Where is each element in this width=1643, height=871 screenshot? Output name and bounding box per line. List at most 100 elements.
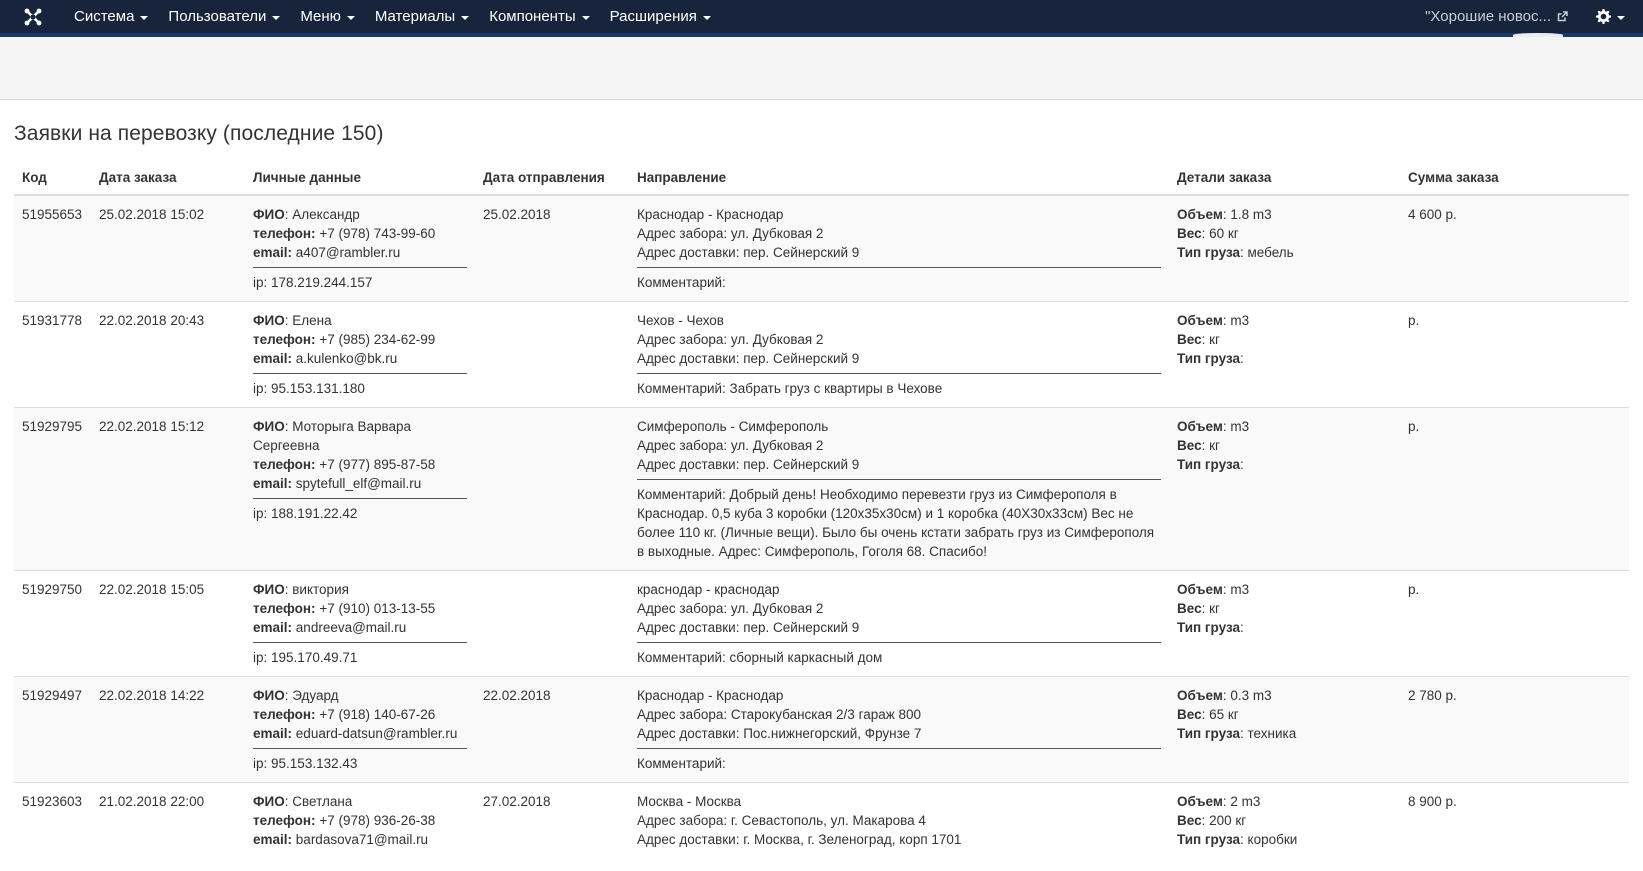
header-personal[interactable]: Личные данные (245, 164, 475, 196)
comment-line: Комментарий: Добрый день! Необходимо пер… (637, 479, 1161, 561)
label-comment: Комментарий: (637, 487, 726, 502)
header-details[interactable]: Детали заказа (1169, 164, 1400, 196)
menu-users[interactable]: Пользователи (158, 0, 290, 33)
label-volume: Объем (1177, 313, 1223, 328)
table-row[interactable]: 51931778 22.02.2018 20:43 ФИО: Елена тел… (14, 301, 1629, 408)
caret-down-icon (140, 15, 149, 20)
cell-details: Объем: 2 m3 Вес: 200 кг Тип груза: короб… (1169, 782, 1400, 858)
label-phone: телефон: (253, 813, 316, 828)
pickup-line: Адрес забора: ул. Дубковая 2 (637, 436, 1161, 455)
label-comment: Комментарий: (637, 650, 726, 665)
header-direction[interactable]: Направление (629, 164, 1169, 196)
personal-name-line: ФИО: Светлана (253, 794, 353, 809)
label-email: email: (253, 726, 293, 741)
menu-content[interactable]: Материалы (365, 0, 479, 33)
label-ip: ip: (253, 275, 268, 290)
cell-sum: 2 780 р. (1400, 676, 1629, 783)
cell-send-date: 25.02.2018 (475, 194, 629, 302)
menu-menus[interactable]: Меню (290, 0, 365, 33)
menu-content-label: Материалы (374, 8, 456, 25)
delivery-address: г. Москва, г. Зеленоград, корп 1701 (743, 832, 962, 847)
cell-personal: ФИО: Елена телефон: +7 (985) 234-62-99 e… (245, 301, 475, 408)
cell-order-date: 22.02.2018 15:12 (91, 407, 245, 571)
label-cargo-type: Тип груза (1177, 726, 1240, 741)
label-weight: Вес (1177, 438, 1202, 453)
header-sum[interactable]: Сумма заказа (1400, 164, 1629, 196)
label-cargo-type: Тип груза (1177, 832, 1240, 847)
header-code[interactable]: Код (14, 164, 91, 196)
volume-value: m3 (1230, 313, 1250, 328)
personal-ip-line: ip: 95.153.131.180 (253, 373, 467, 398)
delivery-line: Адрес доставки: Пос.нижнегорский, Фрунзе… (637, 724, 1161, 743)
volume-line: Объем: 2 m3 (1177, 794, 1261, 809)
customer-name: Светлана (292, 794, 353, 809)
pickup-address: ул. Дубковая 2 (730, 332, 824, 347)
personal-phone-line: телефон: +7 (977) 895-87-58 (253, 455, 467, 474)
personal-name-line: ФИО: Елена (253, 313, 332, 328)
personal-email-line: email: spytefull_elf@mail.ru (253, 474, 467, 493)
label-ip: ip: (253, 381, 268, 396)
cell-order-date: 21.02.2018 22:00 (91, 782, 245, 858)
label-delivery: Адрес доставки: (637, 351, 740, 366)
cell-direction: Краснодар - Краснодар Адрес забора: ул. … (629, 194, 1169, 302)
volume-value: m3 (1230, 582, 1250, 597)
menu-system[interactable]: Система (64, 0, 158, 33)
customer-ip: 178.219.244.157 (271, 275, 373, 290)
personal-phone-line: телефон: +7 (985) 234-62-99 (253, 330, 467, 349)
navbar-right: "Хорошие новос... (1425, 0, 1643, 33)
customer-name: Александр (292, 207, 360, 222)
cell-code: 51929795 (14, 407, 91, 571)
delivery-address: пер. Сейнерский 9 (743, 620, 860, 635)
personal-phone-line: телефон: +7 (978) 936-26-38 (253, 811, 467, 830)
weight-line: Вес: кг (1177, 601, 1220, 616)
pickup-address: Старокубанская 2/3 гараж 800 (730, 707, 922, 722)
weight-value: кг (1209, 332, 1220, 347)
menu-users-label: Пользователи (168, 8, 267, 25)
pickup-address: ул. Дубковая 2 (730, 438, 824, 453)
personal-ip-line: ip: 188.191.22.42 (253, 498, 467, 523)
table-row[interactable]: 51955653 25.02.2018 15:02 ФИО: Александр… (14, 194, 1629, 302)
label-phone: телефон: (253, 332, 316, 347)
weight-value: 65 кг (1209, 707, 1239, 722)
customer-ip: 95.153.132.43 (271, 756, 358, 771)
table-row[interactable]: 51929795 22.02.2018 15:12 ФИО: Моторыга … (14, 407, 1629, 571)
table-row[interactable]: 51923603 21.02.2018 22:00 ФИО: Светлана … (14, 782, 1629, 858)
customer-phone: +7 (977) 895-87-58 (319, 457, 436, 472)
pickup-address: ул. Дубковая 2 (730, 226, 824, 241)
volume-line: Объем: m3 (1177, 313, 1250, 328)
label-email: email: (253, 476, 293, 491)
route: Чехов - Чехов (637, 313, 724, 328)
table-row[interactable]: 51929750 22.02.2018 15:05 ФИО: виктория … (14, 570, 1629, 677)
cell-direction: Симферополь - Симферополь Адрес забора: … (629, 407, 1169, 571)
label-volume: Объем (1177, 419, 1223, 434)
volume-value: 1.8 m3 (1230, 207, 1272, 222)
weight-line: Вес: 200 кг (1177, 813, 1247, 828)
menu-extensions[interactable]: Расширения (600, 0, 721, 33)
delivery-line: Адрес доставки: пер. Сейнерский 9 (637, 455, 1161, 474)
cell-direction: Чехов - Чехов Адрес забора: ул. Дубковая… (629, 301, 1169, 408)
volume-value: 0.3 m3 (1230, 688, 1272, 703)
pickup-line: Адрес забора: Старокубанская 2/3 гараж 8… (637, 705, 1161, 724)
menu-components-label: Компоненты (489, 8, 576, 25)
cargo-line: Тип груза: коробки (1177, 832, 1298, 847)
pickup-line: Адрес забора: ул. Дубковая 2 (637, 599, 1161, 618)
customer-email: a.kulenko@bk.ru (295, 351, 398, 366)
customer-phone: +7 (985) 234-62-99 (319, 332, 436, 347)
weight-line: Вес: 65 кг (1177, 707, 1239, 722)
settings-menu[interactable] (1596, 9, 1643, 24)
label-cargo-type: Тип груза (1177, 620, 1240, 635)
comment-text: сборный каркасный дом (729, 650, 883, 665)
table-row[interactable]: 51929497 22.02.2018 14:22 ФИО: Эдуард те… (14, 676, 1629, 783)
caret-down-icon (272, 15, 281, 20)
cell-direction: Краснодар - Краснодар Адрес забора: Стар… (629, 676, 1169, 783)
header-send-date[interactable]: Дата отправления (475, 164, 629, 196)
route: краснодар - краснодар (637, 582, 780, 597)
cargo-line: Тип груза: (1177, 351, 1244, 366)
volume-value: m3 (1230, 419, 1250, 434)
header-order-date[interactable]: Дата заказа (91, 164, 245, 196)
joomla-logo-icon[interactable] (16, 0, 49, 33)
label-fio: ФИО (253, 794, 285, 809)
menu-components[interactable]: Компоненты (479, 0, 599, 33)
customer-email: eduard-datsun@rambler.ru (295, 726, 458, 741)
site-preview-link[interactable]: "Хорошие новос... (1425, 8, 1596, 25)
